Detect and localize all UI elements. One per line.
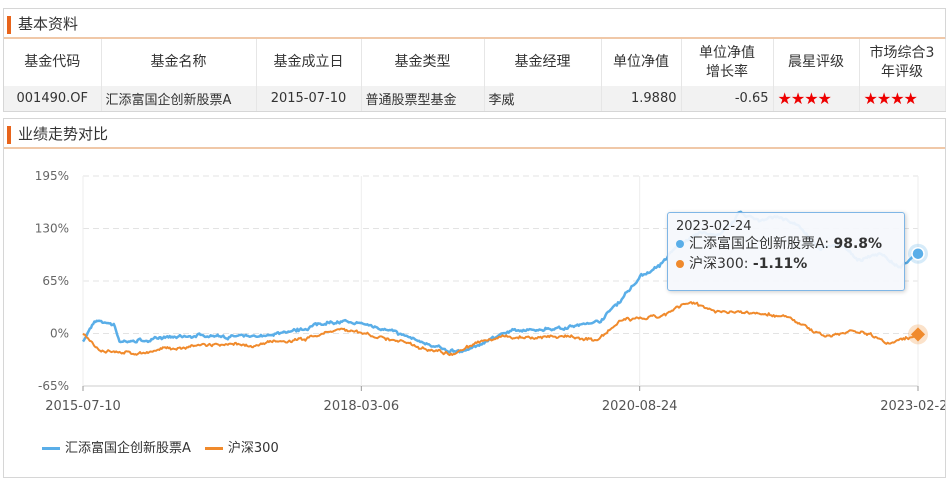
fund-type: 普通股票型基金 (361, 86, 485, 111)
fund-code: 001490.OF (4, 86, 102, 111)
y-tick-label: 195% (35, 169, 69, 183)
fund-info-table: 基金代码 基金名称 基金成立日 基金类型 基金经理 单位净值 单位净值 增长率 … (4, 39, 946, 111)
x-tick-label: 2023-02-24 (880, 399, 945, 414)
index-series-line (82, 301, 919, 357)
col-inception: 基金成立日 (256, 39, 362, 86)
fund-nav-change: -0.65 (681, 86, 774, 111)
performance-chart: 195% 130% 65% 0% -65% 2015-07-10 2018-03-06 202… (35, 169, 945, 414)
fund-nav: 1.9880 (601, 86, 682, 111)
fund-inception: 2015-07-10 (256, 86, 362, 111)
col-code: 基金代码 (4, 39, 102, 86)
x-tick-label: 2018-03-06 (324, 399, 400, 414)
y-tick-label: -65% (38, 379, 69, 393)
table-header-row: 基金代码 基金名称 基金成立日 基金类型 基金经理 单位净值 单位净值 增长率 … (4, 39, 946, 86)
fund-dot-icon (676, 240, 684, 248)
col-morningstar: 晨星评级 (773, 39, 860, 86)
col-market-rating: 市场综合3 年评级 (859, 39, 946, 86)
fund-name: 汇添富国企创新股票A (101, 86, 257, 111)
fund-manager: 李威 (484, 86, 602, 111)
chart-tooltip: 2023-02-24 汇添富国企创新股票A: 98.8% 沪深300: -1.1… (667, 212, 905, 291)
basic-info-panel: 基本资料 基金代码 基金名称 基金成立日 基金类型 基金经理 单位净值 单位净值… (3, 8, 946, 112)
legend-fund[interactable]: 汇添富国企创新股票A (42, 437, 191, 456)
x-tick-label: 2015-07-10 (45, 399, 121, 414)
performance-title: 业绩走势对比 (4, 119, 945, 149)
y-tick-label: 130% (35, 222, 69, 236)
x-tick-label: 2020-08-24 (602, 399, 678, 414)
col-nav-change: 单位净值 增长率 (681, 39, 774, 86)
tooltip-index-label: 沪深300: (689, 256, 753, 272)
tooltip-fund-value: 98.8% (833, 236, 883, 252)
col-name: 基金名称 (101, 39, 257, 86)
index-dot-icon (676, 260, 684, 268)
market-rating-stars: ★★★★ (859, 86, 946, 111)
tooltip-index-value: -1.11% (752, 256, 808, 272)
y-tick-label: 0% (50, 327, 69, 341)
morningstar-rating-stars: ★★★★ (773, 86, 860, 111)
col-nav: 单位净值 (601, 39, 682, 86)
table-row: 001490.OF 汇添富国企创新股票A 2015-07-10 普通股票型基金 … (4, 86, 946, 111)
chart-legend: 汇添富国企创新股票A 沪深300 (42, 437, 279, 456)
col-type: 基金类型 (361, 39, 485, 86)
performance-panel: 业绩走势对比 195% 130% 65% 0% -65% 2015-07-10 2018-0… (3, 118, 946, 478)
tooltip-fund-label: 汇添富国企创新股票A: (689, 236, 834, 252)
tooltip-date: 2023-02-24 (676, 219, 752, 234)
fund-end-marker (911, 246, 925, 261)
y-tick-label: 65% (42, 274, 69, 288)
legend-index[interactable]: 沪深300 (204, 437, 279, 456)
basic-info-title: 基本资料 (4, 9, 945, 39)
col-manager: 基金经理 (484, 39, 602, 86)
